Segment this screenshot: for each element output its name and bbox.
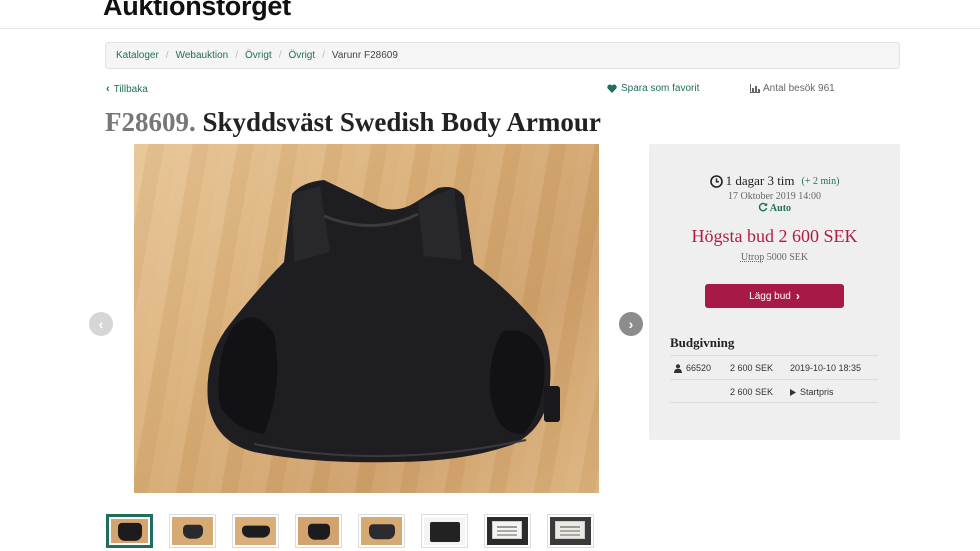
vest-thumbnail-icon	[117, 522, 142, 541]
bar-chart-icon	[750, 84, 760, 93]
breadcrumb-separator: /	[235, 50, 239, 61]
back-link-label: Tillbaka	[113, 83, 148, 95]
breadcrumb-item-webauktion[interactable]: Webauktion	[176, 50, 229, 61]
auto-bid-indicator: Auto	[649, 202, 900, 214]
chevron-right-icon: ›	[795, 289, 800, 303]
time-extension: (+ 2 min)	[801, 175, 840, 187]
highest-bid: Högsta bud 2 600 SEK	[691, 226, 858, 246]
vest-thumbnail-icon	[182, 524, 203, 539]
vest-thumbnail-icon	[241, 525, 270, 538]
bid-panel: 1 dagar 3 tim (+ 2 min) 17 Oktober 2019 …	[649, 144, 900, 440]
bid-start-info: Startpris	[790, 387, 834, 397]
bidder-id: 66520	[686, 363, 712, 373]
thumbnail-3[interactable]	[232, 514, 279, 548]
item-title: F28609. Skyddsväst Swedish Body Armour	[105, 107, 601, 138]
reserve-label: Utrop	[740, 252, 765, 263]
thumbnail-gallery	[106, 514, 606, 548]
item-number: F28609.	[105, 107, 196, 137]
next-image-button[interactable]: ›	[619, 312, 643, 336]
body-armour-vest-image	[207, 180, 560, 463]
table-row: 2 600 SEK Startpris	[670, 379, 878, 403]
clock-icon	[709, 174, 723, 188]
breadcrumb-separator: /	[278, 50, 282, 61]
label-thumbnail-icon	[555, 521, 585, 539]
time-remaining: 1 dagar 3 tim (+ 2 min)	[649, 173, 900, 189]
thumbnail-2[interactable]	[169, 514, 216, 548]
bid-time: 2019-10-10 18:35	[790, 363, 861, 373]
auto-label: Auto	[769, 203, 792, 214]
heart-icon	[607, 84, 617, 93]
breadcrumb: Kataloger / Webauktion / Övrigt / Övrigt…	[105, 42, 900, 69]
save-favorite-link[interactable]: Spara som favorit	[607, 83, 699, 94]
end-date: 17 Oktober 2019 14:00	[727, 191, 822, 202]
user-icon	[674, 363, 682, 373]
vest-thumbnail-icon	[307, 523, 330, 540]
visit-count-label: Antal besök 961	[763, 83, 835, 94]
breadcrumb-separator: /	[322, 50, 325, 61]
bid-amount: 2 600 SEK	[730, 363, 774, 373]
thumbnail-5[interactable]	[358, 514, 405, 548]
place-bid-label: Lägg bud	[749, 290, 791, 302]
reserve-value: 5000 SEK	[766, 252, 809, 263]
bid-history-table: 66520 2 600 SEK 2019-10-10 18:35 2 600 S…	[670, 355, 878, 403]
thumbnail-1[interactable]	[106, 514, 153, 548]
breadcrumb-item-ovrigt[interactable]: Övrigt	[245, 50, 272, 61]
site-header: Auktionstorget	[0, 0, 980, 29]
site-logo[interactable]: Auktionstorget	[103, 0, 291, 22]
table-row: 66520 2 600 SEK 2019-10-10 18:35	[670, 355, 878, 379]
thumbnail-6[interactable]	[421, 514, 468, 548]
breadcrumb-item-current: Varunr F28609	[331, 50, 398, 61]
vest-thumbnail-icon	[429, 522, 460, 542]
time-remaining-value: 1 dagar 3 tim	[725, 173, 795, 188]
main-product-image[interactable]	[134, 144, 599, 493]
reserve-price: Utrop 5000 SEK	[649, 252, 900, 263]
thumbnail-8[interactable]	[547, 514, 594, 548]
thumbnail-4[interactable]	[295, 514, 342, 548]
bid-amount: 2 600 SEK	[730, 387, 774, 397]
previous-image-button[interactable]: ‹	[89, 312, 113, 336]
vest-thumbnail-icon	[368, 524, 395, 540]
refresh-icon	[758, 202, 768, 212]
bid-history-title: Budgivning	[670, 335, 735, 350]
breadcrumb-separator: /	[165, 50, 169, 61]
breadcrumb-item-ovrigt-sub[interactable]: Övrigt	[288, 50, 315, 61]
item-name: Skyddsväst Swedish Body Armour	[202, 107, 601, 137]
start-price-label: Startpris	[800, 387, 834, 397]
play-icon	[790, 388, 796, 396]
place-bid-button[interactable]: Lägg bud ›	[705, 284, 844, 308]
label-thumbnail-icon	[492, 521, 522, 539]
thumbnail-7[interactable]	[484, 514, 531, 548]
save-favorite-label: Spara som favorit	[621, 83, 700, 94]
visit-counter: Antal besök 961	[750, 83, 835, 94]
chevron-left-icon: ‹	[106, 83, 110, 95]
breadcrumb-item-kataloger[interactable]: Kataloger	[116, 50, 159, 61]
bidder-cell: 66520	[674, 363, 711, 373]
back-link[interactable]: ‹ Tillbaka	[106, 83, 148, 95]
bid-time-value: 2019-10-10 18:35	[790, 363, 862, 373]
